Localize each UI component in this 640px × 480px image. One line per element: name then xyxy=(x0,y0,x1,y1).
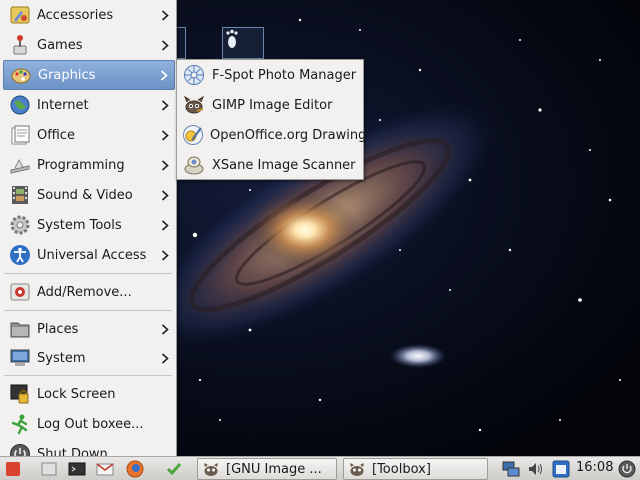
drawing-icon xyxy=(182,123,204,147)
menu-item-label: Internet xyxy=(37,97,89,113)
volume-icon[interactable] xyxy=(527,460,545,478)
taskbar-button-label: [Toolbox] xyxy=(372,461,431,477)
menu-separator xyxy=(4,273,172,274)
menu-item-places[interactable]: Places xyxy=(3,314,175,344)
chevron-right-icon xyxy=(159,219,171,231)
terminal-launcher-icon[interactable] xyxy=(68,460,86,478)
launcher-icon[interactable] xyxy=(40,460,58,478)
menu-item-graphics[interactable]: Graphics xyxy=(3,60,175,90)
submenu-item-label: GIMP Image Editor xyxy=(212,97,333,113)
gear-icon xyxy=(8,213,32,237)
power-icon[interactable] xyxy=(618,460,636,478)
menu-item-label: Add/Remove... xyxy=(37,284,132,300)
menu-item-label: Office xyxy=(37,127,75,143)
fspot-icon xyxy=(182,63,206,87)
submenu-item-xsane[interactable]: XSane Image Scanner xyxy=(179,150,362,180)
gimp-icon xyxy=(202,460,220,478)
applications-menu: Accessories Games Graphics Internet Offi… xyxy=(0,0,177,468)
menu-item-internet[interactable]: Internet xyxy=(3,90,175,120)
mail-launcher-icon[interactable] xyxy=(96,460,114,478)
chevron-right-icon xyxy=(159,352,171,364)
bottom-panel: [GNU Image ... [Toolbox] 16:08 xyxy=(0,456,640,480)
chevron-right-icon xyxy=(159,189,171,201)
launcher-icon[interactable] xyxy=(4,460,22,478)
clock[interactable]: 16:08 xyxy=(576,460,613,475)
scanner-icon xyxy=(182,153,206,177)
chevron-right-icon xyxy=(159,39,171,51)
office-icon xyxy=(8,123,32,147)
menu-item-sound-video[interactable]: Sound & Video xyxy=(3,180,175,210)
graphics-submenu: F-Spot Photo Manager GIMP Image Editor O… xyxy=(176,59,366,180)
menu-item-label: Places xyxy=(37,321,79,337)
chevron-right-icon xyxy=(159,249,171,261)
globe-icon xyxy=(8,93,32,117)
menu-item-label: Programming xyxy=(37,157,125,173)
taskbar-button-gimp[interactable]: [GNU Image ... xyxy=(197,458,337,480)
gimp-icon xyxy=(182,93,206,117)
submenu-item-label: XSane Image Scanner xyxy=(212,157,356,173)
submenu-item-label: F-Spot Photo Manager xyxy=(212,67,357,83)
footprint-icon xyxy=(226,29,238,48)
menu-item-label: Universal Access xyxy=(37,247,147,263)
network-icon[interactable] xyxy=(502,460,520,478)
taskbar-button-toolbox[interactable]: [Toolbox] xyxy=(343,458,488,480)
film-icon xyxy=(8,183,32,207)
menu-item-label: Log Out boxee... xyxy=(37,416,144,432)
package-icon xyxy=(8,280,32,304)
submenu-item-fspot[interactable]: F-Spot Photo Manager xyxy=(179,60,362,90)
submenu-item-oo-drawing[interactable]: OpenOffice.org Drawing xyxy=(179,120,366,150)
chevron-right-icon xyxy=(159,323,171,335)
menu-separator xyxy=(4,375,172,376)
chevron-right-icon xyxy=(159,99,171,111)
folder-icon xyxy=(8,317,32,341)
chevron-right-icon xyxy=(159,159,171,171)
calendar-icon[interactable] xyxy=(552,460,570,478)
menu-item-label: Accessories xyxy=(37,7,114,23)
menu-item-label: Graphics xyxy=(38,67,96,83)
menu-separator xyxy=(4,310,172,311)
menu-item-label: System Tools xyxy=(37,217,122,233)
menu-item-label: Lock Screen xyxy=(37,386,116,402)
menu-item-label: System xyxy=(37,350,86,366)
menu-item-log-out[interactable]: Log Out boxee... xyxy=(3,409,175,439)
menu-item-lock-screen[interactable]: Lock Screen xyxy=(3,379,175,409)
lock-screen-icon xyxy=(8,382,32,406)
menu-item-office[interactable]: Office xyxy=(3,120,175,150)
menu-item-universal-access[interactable]: Universal Access xyxy=(3,240,175,270)
chevron-right-icon xyxy=(159,129,171,141)
submenu-item-label: OpenOffice.org Drawing xyxy=(210,127,367,143)
running-man-icon xyxy=(8,412,32,436)
browser-launcher-icon[interactable] xyxy=(126,460,144,478)
submenu-item-gimp[interactable]: GIMP Image Editor xyxy=(179,90,362,120)
gimp-icon xyxy=(348,460,366,478)
desktop-gimp-icon[interactable] xyxy=(222,27,264,59)
programming-icon xyxy=(8,153,32,177)
chevron-right-icon xyxy=(158,69,170,81)
menu-item-accessories[interactable]: Accessories xyxy=(3,0,175,30)
accessibility-icon xyxy=(8,243,32,267)
menu-item-system-tools[interactable]: System Tools xyxy=(3,210,175,240)
menu-item-games[interactable]: Games xyxy=(3,30,175,60)
taskbar-button-label: [GNU Image ... xyxy=(226,461,322,477)
menu-item-system[interactable]: System xyxy=(3,343,175,373)
chevron-right-icon xyxy=(159,9,171,21)
update-launcher-icon[interactable] xyxy=(165,460,183,478)
menu-item-add-remove[interactable]: Add/Remove... xyxy=(3,277,175,307)
computer-icon xyxy=(8,346,32,370)
accessories-icon xyxy=(8,3,32,27)
menu-item-label: Sound & Video xyxy=(37,187,133,203)
menu-item-label: Games xyxy=(37,37,83,53)
menu-item-programming[interactable]: Programming xyxy=(3,150,175,180)
games-icon xyxy=(8,33,32,57)
graphics-icon xyxy=(9,63,33,87)
